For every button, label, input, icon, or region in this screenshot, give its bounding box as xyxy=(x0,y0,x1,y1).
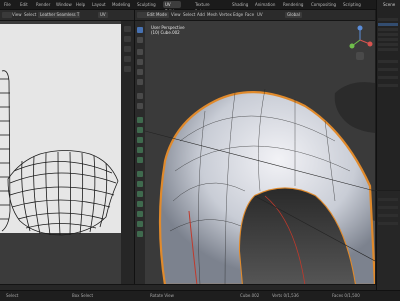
outliner-row[interactable] xyxy=(378,48,398,51)
rotate-tool-icon[interactable] xyxy=(137,59,143,65)
workspace-tab-rendering[interactable]: Rendering xyxy=(281,1,305,8)
uv-cursor-tool-icon[interactable] xyxy=(124,36,131,42)
status-verts: Verts 0/1,536 xyxy=(272,293,299,298)
smooth-tool-icon[interactable] xyxy=(137,191,143,197)
measure-tool-icon[interactable] xyxy=(137,103,143,109)
cursor-tool-icon[interactable] xyxy=(137,37,143,43)
workspace-tab-file[interactable]: File xyxy=(2,1,13,8)
knife-tool-icon[interactable] xyxy=(137,157,143,163)
outliner-row[interactable] xyxy=(378,33,398,36)
property-row[interactable] xyxy=(378,198,398,201)
uv-scale-tool-icon[interactable] xyxy=(124,66,131,72)
workspace-tab-texture-paint[interactable]: Texture Paint xyxy=(193,1,212,14)
workspace-tab-layout[interactable]: Layout xyxy=(90,1,108,8)
vp-menu-face[interactable]: Face xyxy=(245,12,254,18)
bevel-tool-icon[interactable] xyxy=(137,137,143,143)
status-bar: Select Box Select Rotate View Cube.002 V… xyxy=(0,290,400,301)
uv-island-left xyxy=(0,70,11,232)
navigation-gizmo[interactable] xyxy=(346,24,374,62)
move-tool-icon[interactable] xyxy=(137,49,143,55)
orientation-dropdown[interactable]: Global xyxy=(285,12,302,18)
workspace-tab-modeling[interactable]: Modeling xyxy=(110,1,132,8)
uv-menu-view[interactable]: View xyxy=(12,12,22,18)
workspace-tab-help[interactable]: Help xyxy=(74,1,87,8)
vp-menu-edge[interactable]: Edge xyxy=(233,12,243,18)
workspace-tab-render[interactable]: Render xyxy=(34,1,52,8)
uv-select-tool-icon[interactable] xyxy=(124,26,131,32)
extrude-tool-icon[interactable] xyxy=(137,117,143,123)
workspace-tab-edit[interactable]: Edit xyxy=(18,1,30,8)
outliner-row[interactable] xyxy=(378,43,398,46)
uv-editor-header: View Select Leather Seamless T UV xyxy=(0,10,134,21)
outliner-row[interactable] xyxy=(378,23,398,26)
status-faces: Faces 0/1,500 xyxy=(332,293,360,298)
shrink-fatten-tool-icon[interactable] xyxy=(137,211,143,217)
uv-sync-toggle[interactable]: UV xyxy=(98,12,108,18)
mode-selector[interactable]: Edit Mode xyxy=(145,12,169,18)
outliner-row[interactable] xyxy=(378,76,398,79)
uv-island-main xyxy=(7,150,119,236)
loop-cut-tool-icon[interactable] xyxy=(137,147,143,153)
select-box-tool-icon[interactable] xyxy=(137,27,143,33)
outliner-row[interactable] xyxy=(378,38,398,41)
spin-tool-icon[interactable] xyxy=(137,181,143,187)
outliner-row[interactable] xyxy=(378,28,398,31)
mesh-render xyxy=(145,82,375,285)
poly-build-tool-icon[interactable] xyxy=(137,171,143,177)
outliner-row[interactable] xyxy=(378,68,398,71)
status-rotate-view: Rotate View xyxy=(150,293,174,298)
rip-tool-icon[interactable] xyxy=(137,231,143,237)
outliner-row[interactable] xyxy=(378,18,398,21)
status-select: Select xyxy=(6,293,19,298)
viewport-info: User Perspective (10) Cube.002 xyxy=(151,25,185,35)
uv-move-tool-icon[interactable] xyxy=(124,46,131,52)
workspace-tab-compositing[interactable]: Compositing xyxy=(309,1,338,8)
vp-menu-add[interactable]: Add xyxy=(197,12,205,18)
inset-tool-icon[interactable] xyxy=(137,127,143,133)
transform-tool-icon[interactable] xyxy=(137,79,143,85)
workspace-tab-scripting[interactable]: Scripting xyxy=(341,1,363,8)
status-box-select: Box Select xyxy=(72,293,94,298)
outliner-row[interactable] xyxy=(378,60,398,63)
uv-menu-select[interactable]: Select xyxy=(24,12,36,18)
image-name-field[interactable]: Leather Seamless T xyxy=(38,12,80,18)
workspace-tab-window[interactable]: Window xyxy=(54,1,74,8)
background-object xyxy=(334,82,375,133)
vp-menu-vertex[interactable]: Vertex xyxy=(219,12,232,18)
uv-mesh-overlay xyxy=(0,70,119,236)
workspace-tab-animation[interactable]: Animation xyxy=(253,1,277,8)
3d-viewport[interactable] xyxy=(145,21,375,285)
workspace-tab-sculpting[interactable]: Sculpting xyxy=(135,1,158,8)
edge-slide-tool-icon[interactable] xyxy=(137,201,143,207)
outliner-row[interactable] xyxy=(378,84,398,87)
property-row[interactable] xyxy=(378,206,398,209)
annotate-tool-icon[interactable] xyxy=(137,93,143,99)
property-row[interactable] xyxy=(378,214,398,217)
property-row[interactable] xyxy=(378,222,398,225)
scene-name: Scene xyxy=(383,2,396,7)
vp-menu-view[interactable]: View xyxy=(171,12,181,18)
viewport-header: Edit Mode View Select Add Mesh Vertex Ed… xyxy=(135,10,375,21)
scale-tool-icon[interactable] xyxy=(137,69,143,75)
vp-menu-mesh[interactable]: Mesh xyxy=(207,12,218,18)
active-object-label: (10) Cube.002 xyxy=(151,30,180,35)
vp-menu-select[interactable]: Select xyxy=(183,12,195,18)
editor-type-icon[interactable] xyxy=(2,12,12,18)
workspace-tab-shading[interactable]: Shading xyxy=(230,1,250,8)
vp-menu-uv[interactable]: UV xyxy=(257,12,263,18)
status-object: Cube.002 xyxy=(240,293,260,298)
uv-rotate-tool-icon[interactable] xyxy=(124,56,131,62)
shear-tool-icon[interactable] xyxy=(137,221,143,227)
workspace-tab-uv-editing[interactable]: UV Editing xyxy=(163,1,181,14)
